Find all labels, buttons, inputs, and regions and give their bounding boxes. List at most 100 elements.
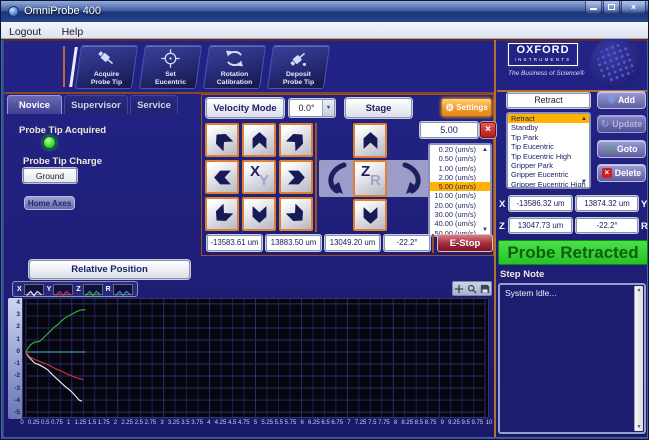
chart-zoom-icon[interactable] <box>467 284 477 294</box>
step-note-area[interactable]: System Idle... ▲ ▼ <box>498 283 646 434</box>
position-name-field[interactable]: Retract <box>507 93 590 108</box>
y-position-readout: 13883.50 um <box>266 235 321 251</box>
xy-y-label: Y <box>259 172 270 189</box>
chevron-down-icon[interactable]: ▼ <box>322 100 334 116</box>
speed-clear-button[interactable]: × <box>480 122 496 138</box>
acquire-probe-tip-button[interactable]: Acquire Probe Tip <box>74 45 139 89</box>
plus-icon: + <box>607 93 615 107</box>
jog-e-button[interactable] <box>279 160 313 194</box>
rotate-cw-button[interactable] <box>399 162 427 194</box>
jog-sw-button[interactable] <box>205 197 239 231</box>
velocity-mode-button[interactable]: Velocity Mode <box>206 98 284 118</box>
probe-tip-acquired-label: Probe Tip Acquired <box>19 125 107 136</box>
axis-toggle-x[interactable]: X <box>17 283 44 297</box>
position-option[interactable]: Tip Eucentric <box>508 142 589 151</box>
settings-button[interactable]: ⚙ Settings <box>441 98 492 117</box>
delete-button[interactable]: × Delete <box>597 164 646 182</box>
goto-button[interactable]: ↪ Goto <box>597 140 646 158</box>
y-tick-label: 1 <box>16 335 20 343</box>
deposit-probe-tip-button[interactable]: Deposit Probe Tip <box>266 45 331 89</box>
speed-option[interactable]: 1.00 (um/s) <box>430 164 490 173</box>
chart-toolbar <box>452 281 492 296</box>
x-tick-label: 10 <box>485 420 493 426</box>
angle-select[interactable]: 0.0° ▼ <box>289 99 335 117</box>
xy-center-button[interactable]: XY <box>242 160 276 194</box>
chart-plot-area[interactable] <box>22 298 489 418</box>
scroll-up-icon[interactable]: ▲ <box>635 287 643 293</box>
refresh-icon: ↻ <box>600 118 610 130</box>
position-option: Gripper Park <box>511 160 553 170</box>
rotation-calibration-button[interactable]: Rotation Calibration <box>202 45 267 89</box>
speed-option[interactable]: 2.00 (um/s) <box>430 173 490 182</box>
menu-bar: Logout Help <box>1 22 648 40</box>
scroll-up-icon[interactable]: ▲ <box>581 116 587 122</box>
relative-position-tab[interactable]: Relative Position <box>29 260 190 279</box>
position-option[interactable]: Tip Eucentric High <box>508 152 589 161</box>
add-button[interactable]: + Add <box>597 91 646 109</box>
step-note-label: Step Note <box>500 269 545 280</box>
stage-button[interactable]: Stage <box>345 98 412 118</box>
axis-toggle-r[interactable]: R <box>106 283 133 297</box>
position-option[interactable]: Retract <box>508 114 589 124</box>
menu-logout[interactable]: Logout <box>1 24 49 40</box>
tab-service[interactable]: Service <box>130 95 178 114</box>
scroll-down-icon[interactable]: ▼ <box>482 227 488 233</box>
menu-help[interactable]: Help <box>54 24 92 40</box>
speed-list: 0.20 (um/s) 0.50 (um/s) 1.00 (um/s) 2.00 (u… <box>428 143 492 237</box>
maximize-button[interactable] <box>603 1 620 14</box>
y-tick-label: -5 <box>14 409 20 416</box>
speed-option[interactable]: 30.00 (um/s) <box>430 210 490 219</box>
probe-tip-charge-select[interactable]: Ground <box>23 168 77 183</box>
step-note-text: System Idle... <box>505 288 557 298</box>
rotate-ccw-button[interactable] <box>322 162 350 194</box>
minimize-button[interactable] <box>585 1 602 14</box>
jog-se-button[interactable] <box>279 197 313 231</box>
toolbar-divider <box>63 46 65 87</box>
speed-option[interactable]: 10.00 (um/s) <box>430 191 490 200</box>
line-sample-icon <box>23 283 44 297</box>
jog-ne-button[interactable] <box>279 123 313 157</box>
scroll-up-icon[interactable]: ▲ <box>482 147 488 153</box>
window-title: OmniProbe 400 <box>24 5 102 17</box>
chart-save-icon[interactable] <box>480 284 490 294</box>
speed-option[interactable]: 5.00 (um/s) <box>430 182 490 192</box>
deposit-probe-icon <box>290 52 306 66</box>
jog-arrow-icon <box>252 131 266 149</box>
axis-toggle-y[interactable]: Y <box>47 283 74 297</box>
jog-arrow-icon <box>252 205 266 223</box>
app-icon <box>8 6 19 17</box>
y-tick-label: 0 <box>16 347 20 355</box>
jog-z-down-button[interactable] <box>353 199 387 231</box>
speed-option[interactable]: 20.00 (um/s) <box>430 201 490 210</box>
axis-toggle-z[interactable]: Z <box>76 283 103 297</box>
probe-icon <box>98 51 114 65</box>
speed-option[interactable]: 0.20 (um/s) <box>430 145 490 154</box>
tab-novice[interactable]: Novice <box>7 95 62 114</box>
speed-option[interactable]: 0.50 (um/s) <box>430 154 490 163</box>
y-tick-label: -2 <box>14 372 20 380</box>
speed-option[interactable]: 40.00 (um/s) <box>430 219 490 228</box>
scrollbar[interactable]: ▲ ▼ <box>634 286 643 431</box>
jog-n-button[interactable] <box>242 123 276 157</box>
title-bar[interactable]: OmniProbe 400 × <box>1 1 648 22</box>
chart-legend: XYZR <box>12 281 138 297</box>
set-eucentric-button[interactable]: Set Eucentric <box>138 45 203 89</box>
home-axes-button[interactable]: Home Axes <box>24 196 75 210</box>
close-button[interactable]: × <box>621 1 646 14</box>
zr-center-button[interactable]: ZR <box>353 160 387 197</box>
scroll-down-icon[interactable]: ▼ <box>581 179 587 185</box>
jog-w-button[interactable] <box>205 160 239 194</box>
scroll-down-icon[interactable]: ▼ <box>635 424 643 430</box>
jog-s-button[interactable] <box>242 197 276 231</box>
chart-pan-icon[interactable] <box>454 284 464 294</box>
tab-supervisor[interactable]: Supervisor <box>64 95 128 114</box>
position-option[interactable]: Tip Park <box>508 133 589 142</box>
speed-input[interactable]: 5.00 <box>420 122 478 138</box>
jog-z-up-button[interactable] <box>353 123 387 158</box>
probe-tip-acquired-led <box>43 136 56 149</box>
estop-button[interactable]: E-Stop <box>437 234 493 252</box>
position-option[interactable]: Standby <box>508 123 589 132</box>
y-tick-label: 4 <box>16 299 20 306</box>
update-button[interactable]: ↻ Update <box>597 115 646 133</box>
jog-nw-button[interactable] <box>205 123 239 157</box>
